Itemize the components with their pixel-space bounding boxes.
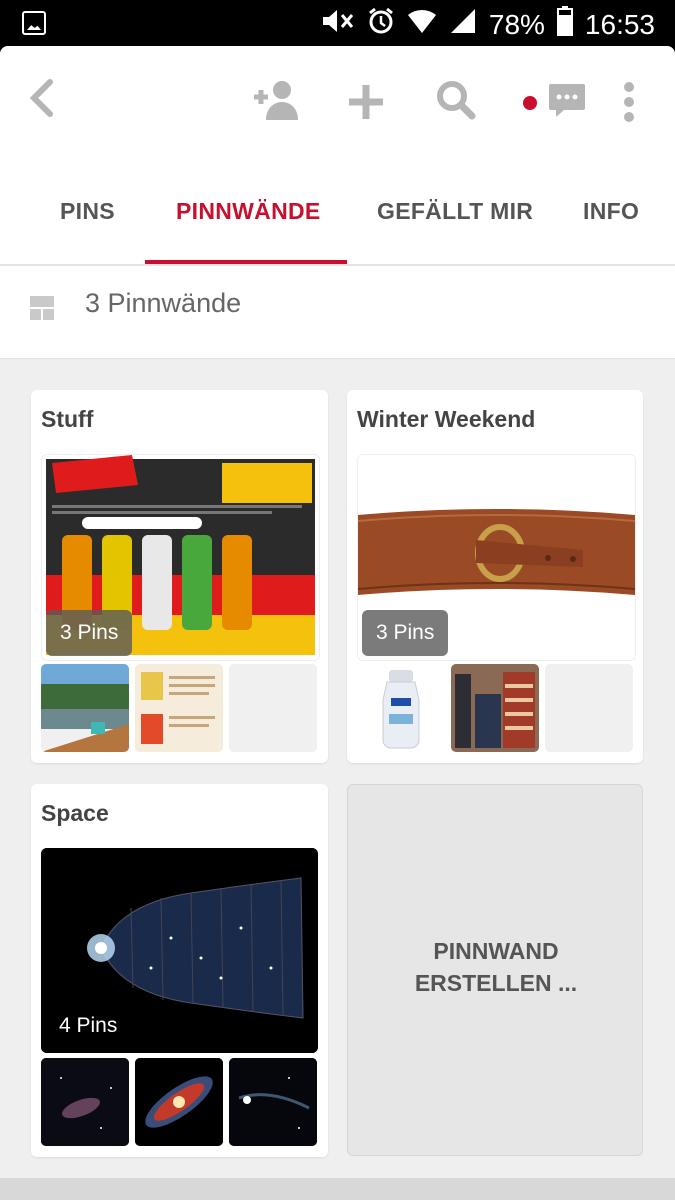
board-title: Space (41, 800, 109, 826)
board-thumbnail (135, 1058, 223, 1146)
empty-thumbnail (545, 664, 633, 752)
battery-percent: 78% (488, 8, 545, 40)
notification-dot (523, 96, 537, 110)
create-board-label-line2: ERSTELLEN ... (414, 970, 578, 996)
board-thumbnail (41, 1058, 129, 1146)
image-icon (22, 11, 46, 35)
pin-count-badge: 4 Pins (59, 1014, 118, 1037)
board-title: Stuff (41, 406, 94, 432)
board-cover-image: 3 Pins (41, 454, 320, 661)
board-thumbnails (357, 664, 634, 752)
signal-icon (449, 7, 477, 42)
plus-icon[interactable] (346, 72, 386, 135)
clock: 16:53 (584, 8, 655, 40)
app-screen: PINS PINNWÄNDE GEFÄLLT MIR INFO 3 Pinnwä… (0, 46, 675, 1200)
profile-tabs: PINS PINNWÄNDE GEFÄLLT MIR INFO (0, 194, 675, 264)
board-thumbnails (41, 1058, 318, 1146)
top-bar: PINS PINNWÄNDE GEFÄLLT MIR INFO (0, 46, 675, 264)
tab-pins[interactable]: PINS (60, 194, 115, 264)
create-board-label-line1: PINNWAND (433, 938, 559, 964)
board-cover-image: 4 Pins (41, 848, 318, 1053)
board-cover-image: 3 Pins (357, 454, 636, 661)
board-thumbnails (41, 664, 318, 752)
board-card-stuff[interactable]: Stuff 3 Pins (31, 390, 328, 763)
board-title: Winter Weekend (357, 406, 536, 432)
bottom-bar (0, 1178, 675, 1200)
alarm-icon (367, 7, 395, 42)
pin-count-badge: 3 Pins (362, 610, 449, 656)
pin-count-badge: 3 Pins (46, 610, 133, 656)
board-thumbnail (229, 1058, 317, 1146)
board-thumbnail (357, 664, 445, 752)
mute-icon (321, 7, 355, 42)
wifi-icon (407, 7, 437, 42)
search-icon[interactable] (436, 80, 476, 120)
more-icon[interactable] (622, 82, 636, 122)
board-thumbnail (451, 664, 539, 752)
tab-gefaellt-mir[interactable]: GEFÄLLT MIR (377, 194, 533, 264)
status-bar: 78% 16:53 (0, 0, 675, 46)
board-thumbnail (41, 664, 129, 752)
empty-thumbnail (229, 664, 317, 752)
board-card-space[interactable]: Space 4 Pins (31, 784, 328, 1157)
back-icon[interactable] (28, 78, 56, 129)
tab-info[interactable]: INFO (583, 194, 639, 264)
create-board-label: PINNWAND ERSTELLEN ... (348, 935, 644, 999)
battery-icon (556, 6, 573, 43)
board-count: 3 Pinnwände (85, 288, 242, 318)
tab-pinnwaende[interactable]: PINNWÄNDE (176, 194, 321, 264)
board-grid-icon[interactable] (30, 296, 54, 320)
board-count-bar: 3 Pinnwände (0, 266, 675, 359)
messages-icon[interactable] (548, 82, 586, 117)
create-board-button[interactable]: PINNWAND ERSTELLEN ... (347, 784, 643, 1156)
board-thumbnail (135, 664, 223, 752)
board-card-winter-weekend[interactable]: Winter Weekend 3 Pins (347, 390, 643, 763)
add-user-icon[interactable] (252, 80, 300, 120)
